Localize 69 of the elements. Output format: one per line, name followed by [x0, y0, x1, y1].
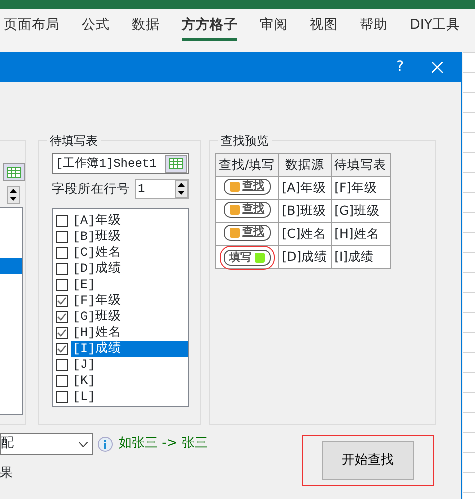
checkbox[interactable] [56, 279, 68, 291]
find-button[interactable]: 查找 [224, 224, 271, 241]
group-title: 待填写表 [47, 132, 101, 150]
table-cell: [H]姓名 [331, 222, 390, 246]
field-item[interactable]: [H]姓名 [71, 325, 188, 341]
down-arrow-icon [10, 197, 17, 201]
result-label: 果 [0, 465, 13, 483]
sheet-field[interactable]: [工作簿1]Sheet1 [52, 153, 189, 174]
checkbox[interactable] [56, 247, 68, 259]
field-item[interactable]: [F]年级 [71, 293, 188, 309]
checkbox[interactable] [56, 311, 68, 323]
spinner-control[interactable] [7, 186, 20, 204]
ribbon-tab[interactable]: 数据 [132, 9, 172, 42]
ribbon-tab[interactable]: DIY工具 [410, 9, 473, 42]
table-cell: [I]成绩 [331, 246, 390, 268]
start-search-button[interactable]: 开始查找 [322, 441, 414, 480]
find-button[interactable]: 查找 [224, 202, 271, 218]
table-cell: [F]年级 [331, 176, 390, 200]
field-item[interactable]: [K] [71, 373, 188, 389]
sheet-picker-button[interactable] [3, 163, 25, 181]
checkbox[interactable] [56, 231, 68, 243]
ribbon-tab[interactable]: 页面布局 [4, 9, 72, 42]
column-header: 查找/填写 [216, 154, 279, 176]
find-button[interactable]: 查找 [224, 178, 271, 195]
field-item[interactable]: [I]成绩 [71, 341, 188, 357]
up-arrow-icon [10, 189, 17, 193]
up-arrow-icon [178, 183, 185, 187]
checkbox[interactable] [56, 375, 68, 387]
field-item[interactable]: [E] [71, 277, 188, 293]
field-list[interactable]: [A]年级 [B]班级 [C]姓名 [D]成绩 [E] [F]年级 [G]班级 [H]姓名 [I]成绩 [J] [K] [L] [52, 208, 189, 407]
spinner-control[interactable] [175, 180, 188, 198]
ribbon-tab[interactable]: 审阅 [260, 9, 300, 42]
field-item[interactable]: [A]年级 [71, 213, 188, 229]
column-header: 数据源 [278, 154, 332, 176]
group-title: 查找预览 [218, 132, 272, 150]
table-cell: [D]成绩 [278, 246, 332, 268]
info-icon [98, 436, 113, 452]
checkbox[interactable] [56, 215, 68, 227]
checkbox[interactable] [56, 263, 68, 275]
ribbon-tab[interactable]: 帮助 [360, 9, 400, 42]
checkbox[interactable] [56, 343, 68, 355]
ribbon-tab[interactable]: 视图 [310, 9, 350, 42]
table-icon[interactable] [165, 154, 187, 172]
field-item[interactable]: [B]班级 [71, 229, 188, 245]
table-cell: [G]班级 [331, 200, 390, 222]
field-item[interactable]: [L] [71, 389, 188, 405]
table-cell: [B]班级 [278, 200, 332, 222]
row-number-field[interactable]: 1 [135, 179, 189, 199]
close-icon[interactable] [432, 62, 443, 72]
row-number-label: 字段所在行号 [52, 180, 130, 198]
field-item[interactable]: [C]姓名 [71, 245, 188, 261]
match-dropdown[interactable]: 配 [0, 433, 93, 455]
list-box[interactable] [0, 207, 23, 415]
checkbox[interactable] [56, 391, 68, 403]
ribbon-tab[interactable]: 公式 [82, 9, 122, 42]
hint-text: 如张三 -> 张三 [119, 435, 208, 454]
checkbox[interactable] [56, 327, 68, 339]
checkbox[interactable] [56, 359, 68, 371]
field-item[interactable]: [D]成绩 [71, 261, 188, 277]
table-cell: [A]年级 [278, 176, 332, 200]
ribbon-tab[interactable]: 方方格子 [182, 9, 250, 42]
down-arrow-icon [178, 191, 185, 195]
checkbox[interactable] [56, 295, 68, 307]
column-header: 待填写表 [331, 154, 390, 176]
help-button[interactable]: ? [396, 56, 404, 78]
field-item[interactable]: [J] [71, 357, 188, 373]
chevron-icon [79, 442, 88, 446]
table-cell: [C]姓名 [278, 222, 332, 246]
field-item[interactable]: [G]班级 [71, 309, 188, 325]
